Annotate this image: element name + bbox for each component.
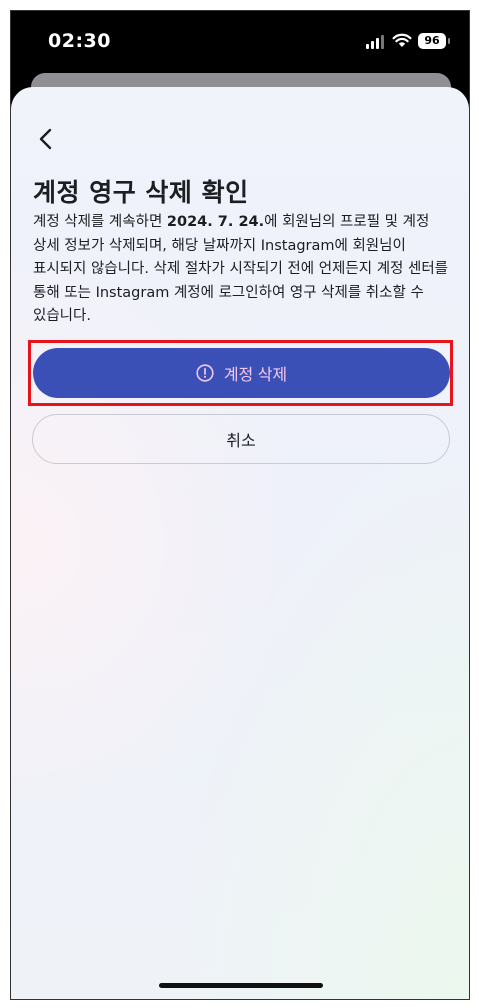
cellular-signal-icon	[366, 35, 388, 49]
description-part-1: 계정 삭제를 계속하면	[33, 214, 167, 230]
phone-frame: 02:30 96 계정 영구 삭제 확인 계정 삭제를 계속하면 2024. 7…	[10, 10, 470, 1000]
wifi-icon	[392, 33, 412, 47]
status-bar: 02:30 96	[11, 11, 469, 71]
description-text: 계정 삭제를 계속하면 2024. 7. 24.에 회원님의 프로필 및 계정 …	[33, 211, 451, 329]
confirmation-sheet: 계정 영구 삭제 확인 계정 삭제를 계속하면 2024. 7. 24.에 회원…	[11, 87, 469, 999]
description-part-2: 에 회원님의 프로필 및 계정 상세 정보가 삭제되며, 해당 날짜까지 Ins…	[33, 214, 448, 324]
deletion-date: 2024. 7. 24.	[166, 214, 265, 230]
cancel-button[interactable]: 취소	[32, 414, 450, 464]
delete-account-button[interactable]: 계정 삭제	[33, 348, 450, 398]
chevron-left-icon[interactable]	[33, 125, 61, 153]
battery-level: 96	[418, 33, 446, 49]
delete-button-label: 계정 삭제	[223, 367, 288, 384]
page-title: 계정 영구 삭제 확인	[33, 178, 249, 207]
alert-circle-icon	[196, 364, 214, 382]
cancel-button-label: 취소	[226, 433, 256, 450]
status-time: 02:30	[48, 30, 111, 52]
home-indicator[interactable]	[159, 983, 323, 988]
battery-tip	[448, 38, 450, 44]
